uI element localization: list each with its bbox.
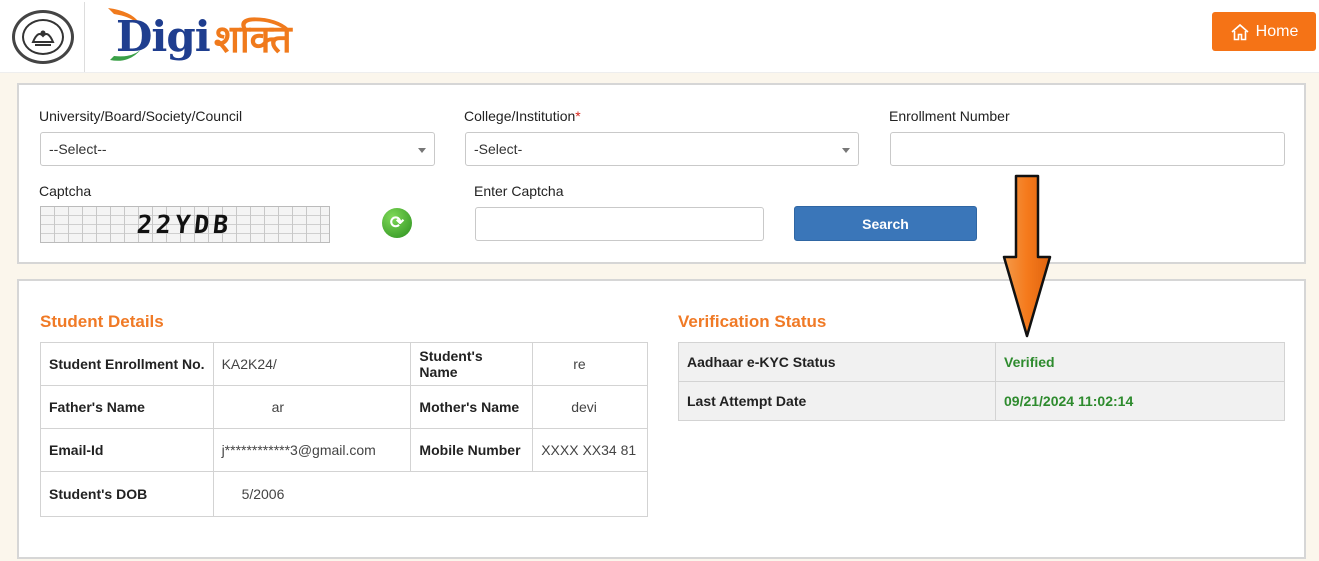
enrollment-number-input[interactable]: [890, 132, 1285, 166]
student-name-value: re: [532, 342, 648, 386]
verification-status-table: Aadhaar e-KYC Status Verified Last Attem…: [678, 342, 1285, 421]
enter-captcha-label: Enter Captcha: [474, 183, 564, 199]
captcha-input[interactable]: [475, 207, 764, 241]
father-name-value: ar: [212, 385, 412, 429]
aadhaar-kyc-value: Verified: [995, 342, 1285, 382]
orange-arrow-annotation-icon: [1002, 174, 1052, 338]
home-button-label: Home: [1255, 22, 1299, 40]
mother-name-value: devi: [532, 385, 648, 429]
verification-status-title: Verification Status: [678, 312, 827, 331]
chevron-down-icon: [842, 148, 850, 153]
email-key: Email-Id: [40, 428, 214, 472]
required-mark: *: [575, 108, 581, 124]
table-row: Aadhaar e-KYC Status Verified: [678, 342, 1285, 382]
captcha-text: 22YDB: [135, 210, 235, 239]
captcha-label: Captcha: [39, 183, 92, 199]
university-label: University/Board/Society/Council: [39, 108, 243, 124]
logo-text-digi: Digi: [116, 12, 211, 61]
digishakti-logo: Digi शक्ति: [96, 4, 292, 68]
table-row: Father's Name ar Mother's Name devi: [40, 385, 648, 429]
up-government-emblem-icon: [12, 10, 74, 64]
student-name-key: Student's Name: [410, 342, 534, 386]
search-panel: University/Board/Society/Council --Selec…: [17, 83, 1306, 264]
home-button[interactable]: Home: [1212, 12, 1316, 51]
table-row: Student Enrollment No. KA2K24/ Student's…: [40, 342, 648, 386]
details-panel: Student Details Student Enrollment No. K…: [17, 279, 1306, 559]
last-attempt-key: Last Attempt Date: [678, 381, 996, 421]
logo-text-shakti: शक्ति: [214, 17, 292, 61]
university-select[interactable]: --Select--: [40, 132, 435, 166]
dob-value: 5/2006: [212, 471, 649, 517]
student-details-title: Student Details: [40, 312, 164, 331]
app-header: Digi शक्ति Home: [0, 0, 1319, 73]
refresh-icon[interactable]: ⟳: [382, 208, 412, 238]
captcha-image: 22YDB: [40, 206, 330, 243]
college-selected-value: -Select-: [474, 141, 523, 157]
college-select[interactable]: -Select-: [465, 132, 859, 166]
table-row: Student's DOB 5/2006: [40, 471, 649, 517]
aadhaar-kyc-key: Aadhaar e-KYC Status: [678, 342, 996, 382]
mobile-number-key: Mobile Number: [410, 428, 534, 472]
university-selected-value: --Select--: [49, 141, 107, 157]
father-name-key: Father's Name: [40, 385, 214, 429]
mobile-number-value: XXXX XX34 81: [532, 428, 648, 472]
enrollment-no-value: KA2K24/: [212, 342, 412, 386]
email-value: j************3@gmail.com: [212, 428, 412, 472]
last-attempt-value: 09/21/2024 11:02:14: [995, 381, 1285, 421]
dob-key: Student's DOB: [40, 471, 214, 517]
search-button[interactable]: Search: [794, 206, 977, 241]
mother-name-key: Mother's Name: [410, 385, 534, 429]
table-row: Last Attempt Date 09/21/2024 11:02:14: [678, 381, 1285, 421]
college-label: College/Institution*: [464, 108, 581, 124]
home-icon: [1231, 23, 1249, 40]
table-row: Email-Id j************3@gmail.com Mobile…: [40, 428, 648, 472]
enrollment-label: Enrollment Number: [889, 108, 1010, 124]
enrollment-no-key: Student Enrollment No.: [40, 342, 214, 386]
header-divider: [84, 2, 85, 72]
student-details-table: Student Enrollment No. KA2K24/ Student's…: [40, 342, 649, 517]
chevron-down-icon: [418, 148, 426, 153]
